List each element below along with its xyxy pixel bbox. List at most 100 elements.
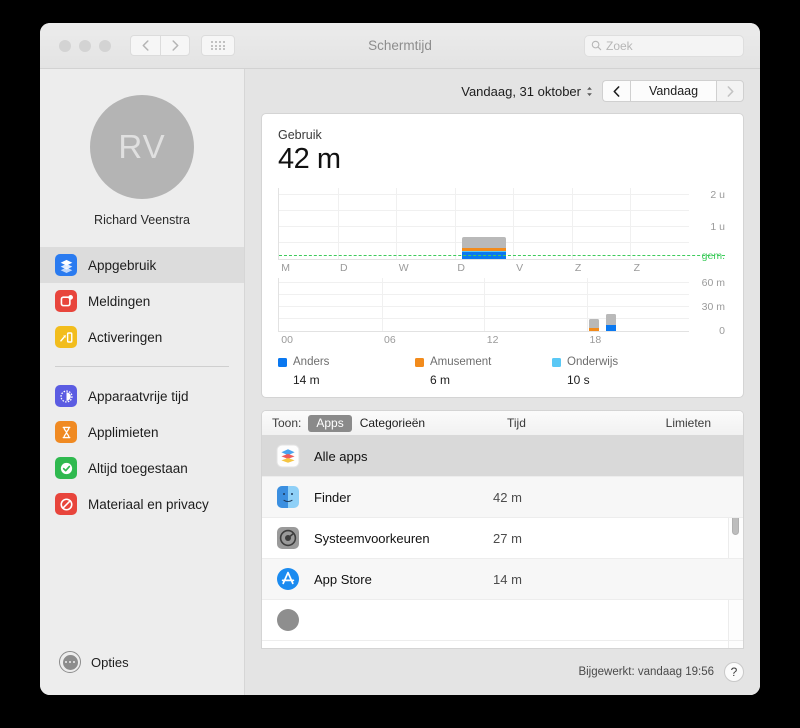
today-button[interactable]: Vandaag bbox=[630, 80, 716, 102]
x-tick-label: D bbox=[340, 262, 348, 274]
search-placeholder: Zoek bbox=[606, 38, 633, 53]
screen: Schermtijd Zoek RV Richard Veenstra Appg… bbox=[0, 0, 800, 728]
gridline bbox=[454, 188, 456, 259]
weekly-chart: 2 u 1 u gem. M D W D V Z Z bbox=[278, 188, 727, 276]
options-icon bbox=[59, 651, 81, 673]
legend-swatch bbox=[552, 357, 561, 367]
footer-bar: Bijgewerkt: vandaag 19:56 ? bbox=[245, 649, 760, 695]
x-tick-label: V bbox=[516, 262, 524, 274]
sidebar-item-label: Materiaal en privacy bbox=[88, 496, 209, 512]
usage-label: Gebruik bbox=[278, 128, 322, 142]
table-row-partial[interactable] bbox=[262, 600, 743, 641]
tab-categorieen[interactable]: Categorieën bbox=[352, 415, 433, 432]
app-icon bbox=[276, 608, 300, 632]
avatar: RV bbox=[90, 95, 194, 199]
current-date-label: Vandaag, 31 oktober bbox=[461, 83, 581, 99]
chart-legend: Anders 14 m Amusement 6 m Onderwijs 10 s bbox=[278, 356, 689, 387]
hourly-bar[interactable] bbox=[588, 319, 599, 331]
all-apps-icon bbox=[276, 444, 300, 468]
bar-segment-overig bbox=[588, 319, 599, 328]
sysprefs-icon bbox=[276, 526, 300, 550]
grid-icon bbox=[211, 40, 225, 51]
close-button[interactable] bbox=[59, 39, 71, 52]
legend-value: 14 m bbox=[293, 373, 320, 387]
legend-item: Onderwijs 10 s bbox=[552, 356, 689, 387]
usage-chart-card: Gebruik 42 m 2 u 1 u gem. M D W D V Z Z 60 m 30 m… bbox=[261, 113, 744, 398]
bar-segment-overig bbox=[606, 313, 616, 325]
legend-label: Amusement bbox=[430, 356, 492, 368]
help-button[interactable]: ? bbox=[724, 662, 744, 682]
y-tick-label: 1 u bbox=[710, 221, 725, 233]
x-tick-label: Z bbox=[574, 262, 582, 274]
sidebar-item-label: Apparaatvrije tijd bbox=[88, 388, 189, 404]
sidebar-item-appgebruik[interactable]: Appgebruik bbox=[40, 247, 244, 283]
sidebar-item-applimieten[interactable]: Applimieten bbox=[40, 414, 244, 450]
minimize-button[interactable] bbox=[79, 39, 91, 52]
gridline bbox=[337, 188, 339, 259]
back-button[interactable] bbox=[130, 35, 160, 56]
legend-value: 10 s bbox=[567, 373, 590, 387]
app-name: Alle apps bbox=[314, 448, 368, 464]
gridline bbox=[279, 210, 689, 211]
sidebar-item-materiaal-en-privacy[interactable]: Materiaal en privacy bbox=[40, 486, 244, 522]
gridline bbox=[381, 278, 383, 331]
table-row[interactable]: Finder 42 m bbox=[262, 477, 743, 518]
average-line-label: gem. bbox=[701, 249, 725, 262]
apps-categories-toggle: Apps Categorieën bbox=[308, 414, 433, 432]
sidebar-item-label: Applimieten bbox=[88, 424, 159, 440]
app-time: 27 m bbox=[493, 530, 522, 546]
tab-apps[interactable]: Apps bbox=[308, 414, 352, 432]
table-body[interactable]: Alle apps Finder 42 m Systeemvoorkeuren … bbox=[262, 436, 743, 648]
updated-label: Bijgewerkt: vandaag 19:56 bbox=[578, 666, 714, 678]
app-time: 42 m bbox=[493, 489, 522, 505]
previous-day-button[interactable] bbox=[602, 80, 630, 102]
hourglass-icon bbox=[55, 421, 77, 443]
weekly-x-axis-labels: MDWDVZZ bbox=[278, 260, 689, 276]
sidebar-separator bbox=[55, 366, 229, 367]
x-tick-label: Z bbox=[633, 262, 640, 274]
sidebar-item-activeringen[interactable]: Activeringen bbox=[40, 319, 244, 355]
table-row[interactable]: App Store 14 m bbox=[262, 559, 743, 600]
sidebar-item-label: Activeringen bbox=[88, 329, 163, 345]
table-row[interactable]: Systeemvoorkeuren 27 m bbox=[262, 518, 743, 559]
legend-swatch bbox=[415, 357, 424, 367]
sidebar-item-apparaatvrije-tijd[interactable]: Apparaatvrije tijd bbox=[40, 378, 244, 414]
date-popup[interactable]: Vandaag, 31 oktober bbox=[461, 84, 593, 99]
toon-label: Toon: bbox=[272, 416, 302, 430]
zoom-button[interactable] bbox=[99, 39, 111, 52]
average-line bbox=[279, 254, 725, 256]
gridline bbox=[484, 278, 485, 331]
gridline bbox=[513, 188, 515, 259]
layers-icon bbox=[55, 254, 77, 276]
history-nav-group bbox=[130, 35, 190, 56]
show-all-preferences-button[interactable] bbox=[201, 35, 235, 56]
date-stepper-buttons: Vandaag bbox=[602, 80, 744, 102]
y-tick-label: 30 m bbox=[701, 301, 725, 314]
forward-button[interactable] bbox=[160, 35, 190, 56]
chevron-left-icon bbox=[613, 85, 620, 97]
x-tick-label: M bbox=[281, 262, 291, 274]
hourly-bar[interactable] bbox=[606, 313, 616, 331]
app-name: Systeemvoorkeuren bbox=[314, 530, 430, 546]
search-field[interactable]: Zoek bbox=[584, 34, 744, 57]
table-row[interactable]: Alle apps bbox=[262, 436, 743, 477]
bar-segment-overig bbox=[462, 236, 506, 249]
options-button[interactable]: Opties bbox=[40, 651, 244, 695]
gridline bbox=[279, 194, 689, 195]
downtime-icon bbox=[55, 385, 77, 407]
column-header-tijd: Tijd bbox=[507, 416, 526, 430]
user-block: RV Richard Veenstra bbox=[40, 69, 244, 227]
sidebar-item-altijd-toegestaan[interactable]: Altijd toegestaan bbox=[40, 450, 244, 486]
appstore-icon bbox=[276, 567, 300, 591]
user-name: Richard Veenstra bbox=[94, 213, 190, 227]
apps-table: Toon: Apps Categorieën Tijd Limieten All… bbox=[261, 410, 744, 649]
content-pane: Vandaag, 31 oktober Vandaag Gebruik 42 m… bbox=[245, 69, 760, 695]
sidebar-item-meldingen[interactable]: Meldingen bbox=[40, 283, 244, 319]
y-tick-label: 2 u bbox=[710, 189, 725, 201]
chevron-right-icon bbox=[171, 40, 178, 51]
date-navigation-bar: Vandaag, 31 oktober Vandaag bbox=[245, 69, 760, 113]
sidebar-nav: Appgebruik Meldingen Activeringen Appara… bbox=[40, 247, 244, 522]
checkmark-icon bbox=[55, 457, 77, 479]
y-tick-label: 0 bbox=[719, 325, 725, 337]
next-day-button[interactable] bbox=[716, 80, 744, 102]
